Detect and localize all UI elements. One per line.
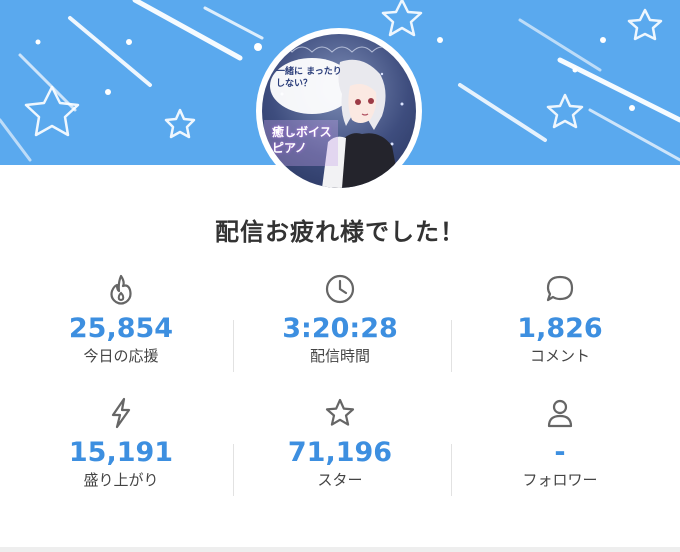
lightning-icon xyxy=(111,397,131,429)
streamer-avatar[interactable]: 一緒に まったり しない？ 癒しボイス ピアノ xyxy=(256,28,422,194)
stat-label: 今日の応援 xyxy=(83,347,159,365)
stat-value: 1,826 xyxy=(517,313,603,344)
divider xyxy=(233,444,234,496)
stat-stars: 71,196 スター xyxy=(227,396,453,489)
bottom-border xyxy=(0,547,680,552)
stat-label: スター xyxy=(317,471,363,489)
stat-label: 配信時間 xyxy=(309,347,370,365)
stat-followers: - フォロワー xyxy=(447,396,673,489)
divider xyxy=(451,444,452,496)
stat-value: 71,196 xyxy=(287,437,393,468)
avatar-image: 一緒に まったり しない？ 癒しボイス ピアノ xyxy=(262,34,416,188)
stat-value: 15,191 xyxy=(68,437,174,468)
divider xyxy=(233,320,234,372)
stat-label: 盛り上がり xyxy=(83,471,159,489)
clock-icon xyxy=(325,274,355,304)
stat-label: コメント xyxy=(529,347,590,365)
fire-icon xyxy=(110,274,132,305)
stream-end-title: 配信お疲れ様でした！ xyxy=(215,218,465,246)
stat-today-support: 25,854 今日の応援 xyxy=(8,272,234,365)
star-icon xyxy=(325,398,355,426)
avatar-caption-top: 一緒に まったり しない？ xyxy=(276,67,342,89)
chat-bubble-icon xyxy=(546,275,574,302)
person-icon xyxy=(547,399,573,428)
stat-excitement: 15,191 盛り上がり xyxy=(8,396,234,489)
stat-comments: 1,826 コメント xyxy=(447,272,673,365)
divider xyxy=(451,320,452,372)
stat-value: - xyxy=(554,437,566,468)
stat-label: フォロワー xyxy=(522,471,598,489)
stat-value: 25,854 xyxy=(68,313,174,344)
stat-stream-time: 3:20:28 配信時間 xyxy=(227,272,453,365)
stat-value: 3:20:28 xyxy=(282,313,398,344)
avatar-caption-bottom: 癒しボイス ピアノ xyxy=(272,125,332,155)
